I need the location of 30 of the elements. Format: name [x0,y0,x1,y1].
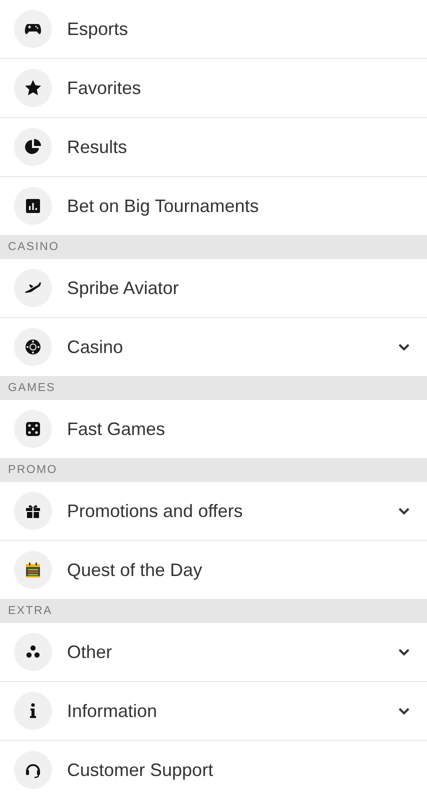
menu-item[interactable]: Customer Support [0,741,427,793]
star-icon [23,78,43,98]
menu-item[interactable]: Favorites [0,59,427,118]
bar-chart-icon [23,196,43,216]
menu-label: Spribe Aviator [67,278,180,298]
section-header: PROMO [0,458,427,482]
calendar-icon [23,560,43,580]
menu-item[interactable]: Results [0,118,427,177]
menu-item[interactable]: Esports [0,0,427,59]
menu-label: Bet on Big Tournaments [67,196,260,216]
menu-label: Casino [67,336,124,358]
menu-item[interactable]: Spribe Aviator [0,259,427,318]
menu-item[interactable]: Information [0,682,427,741]
menu-item[interactable]: Promotions and offers [0,482,427,541]
dice-icon [23,419,43,439]
menu-label: Customer Support [67,760,214,780]
pie-chart-icon [23,137,43,157]
menu-label: Information [67,700,158,722]
menu-label: Promotions and offers [67,500,244,522]
menu-item[interactable]: Other [0,623,427,682]
menu-label: Other [67,642,114,662]
menu-label: Fast Games [67,418,166,440]
section-header: GAMES [0,376,427,400]
menu-label: Favorites [67,78,142,98]
menu-label: Results [67,136,128,158]
menu-label: Esports [67,18,130,40]
section-header: EXTRA [0,599,427,623]
section-header: CASINO [0,235,427,259]
poker-chip-icon [23,337,43,357]
menu-label: Quest of the Day [67,560,204,580]
